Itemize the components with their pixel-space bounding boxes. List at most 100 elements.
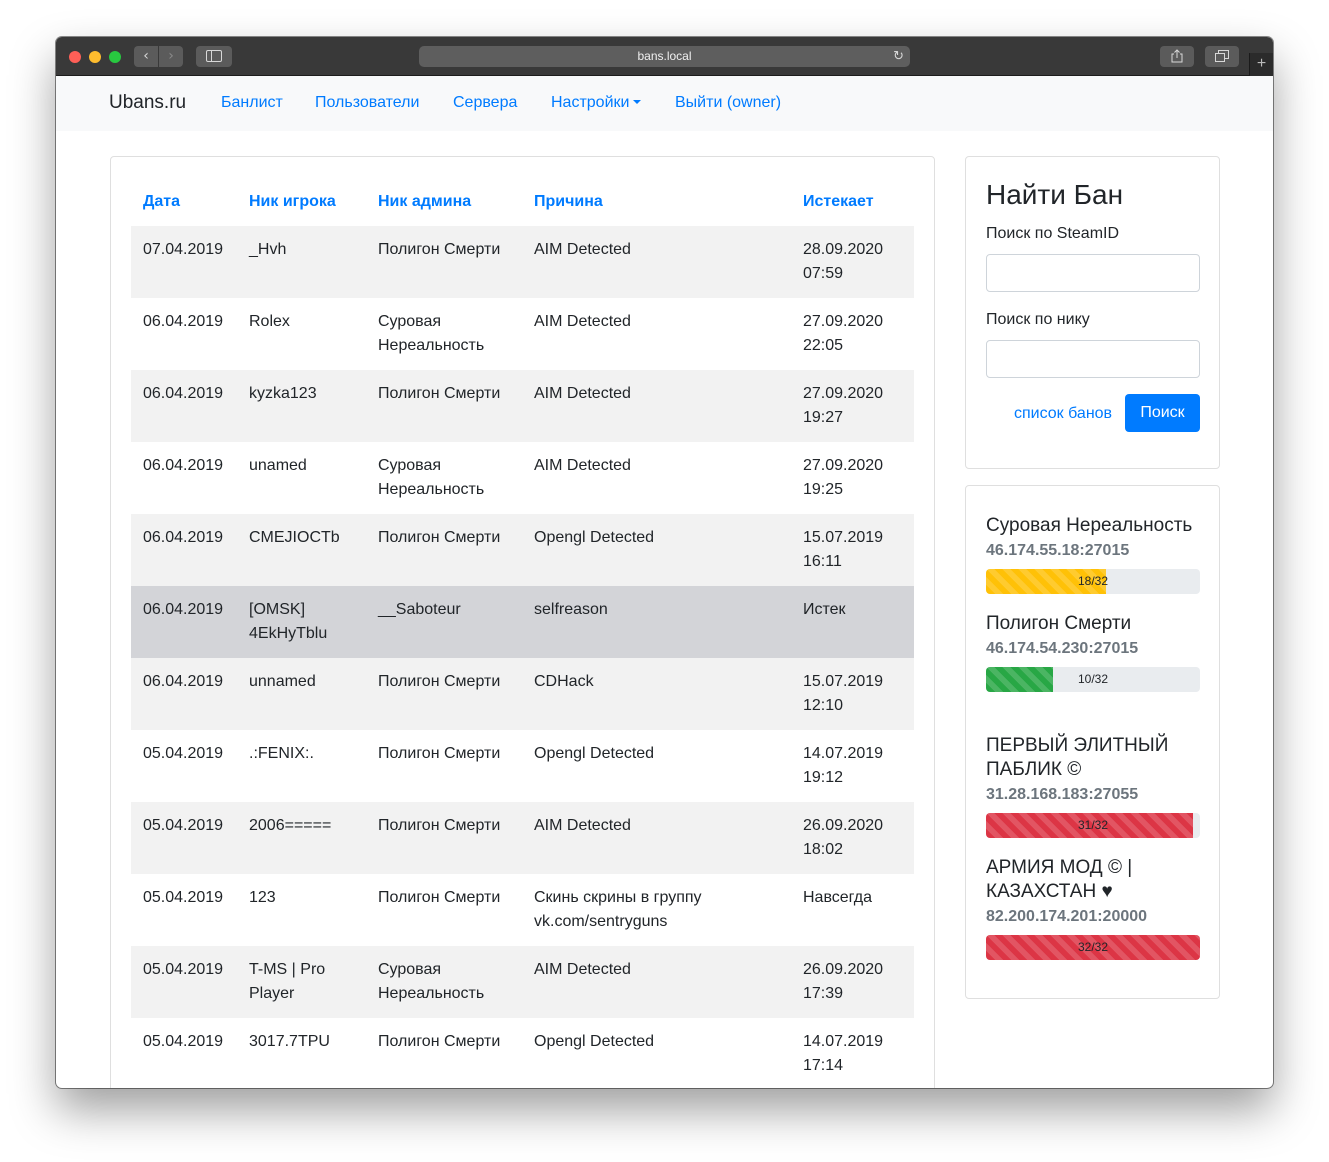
cell-admin-nick: Полигон Смерти xyxy=(366,514,522,586)
header-player-nick[interactable]: Ник игрока xyxy=(237,177,366,226)
table-header-row: Дата Ник игрока Ник админа Причина Истек… xyxy=(131,177,914,226)
cell-expires: 27.09.2020 19:27 xyxy=(791,370,914,442)
address-bar[interactable]: bans.local ↻ xyxy=(419,46,910,67)
cell-player-nick: 123 xyxy=(237,874,366,946)
cell-player-nick: unamed xyxy=(237,442,366,514)
cell-expires: 15.07.2019 16:11 xyxy=(791,514,914,586)
forward-icon[interactable]: › xyxy=(159,46,183,67)
table-row: 05.04.2019 123 Полигон Смерти Скинь скрины … xyxy=(131,874,914,946)
cell-expires: 14.07.2019 19:12 xyxy=(791,730,914,802)
cell-date: 06.04.2019 xyxy=(131,442,237,514)
cell-reason: Скинь скрины в группу vk.com/sentryguns xyxy=(522,874,791,946)
cell-player-nick: .:FENIX:. xyxy=(237,730,366,802)
server-item: ПЕРВЫЙ ЭЛИТНЫЙ ПАБЛИК © 31.28.168.183:270… xyxy=(986,734,1200,838)
server-name: ПЕРВЫЙ ЭЛИТНЫЙ ПАБЛИК © xyxy=(986,735,1169,780)
server-item: Суровая Нереальность 46.174.55.18:27015 18… xyxy=(986,514,1200,594)
cell-date: 06.04.2019 xyxy=(131,658,237,730)
nick-label: Поиск по нику xyxy=(986,311,1090,328)
nav-logout[interactable]: Выйти (owner) xyxy=(675,94,781,112)
cell-player-nick: _Hvh xyxy=(237,226,366,298)
new-tab-icon[interactable]: + xyxy=(1249,53,1273,76)
chevron-down-icon xyxy=(633,100,642,104)
browser-window: ‹ › bans.local ↻ + Ubans.ru Банлист Поль… xyxy=(56,37,1273,1088)
cell-expires: Навсегда xyxy=(791,874,914,946)
table-row: 05.04.2019 3017.7TPU Полигон Смерти Opengl … xyxy=(131,1018,914,1088)
nav-users[interactable]: Пользователи xyxy=(315,94,419,112)
steamid-label: Поиск по SteamID xyxy=(986,225,1120,242)
steamid-input[interactable] xyxy=(986,254,1200,292)
cell-reason: AIM Detected xyxy=(522,442,791,514)
server-address: 46.174.55.18:27015 xyxy=(986,542,1130,559)
cell-reason: CDHack xyxy=(522,658,791,730)
cell-reason: AIM Detected xyxy=(522,298,791,370)
nav-servers[interactable]: Сервера xyxy=(453,94,517,112)
cell-admin-nick: Полигон Смерти xyxy=(366,802,522,874)
sidebar-toggle-icon[interactable] xyxy=(196,46,232,67)
tab-overview-icon[interactable] xyxy=(1205,46,1239,67)
server-name: Суровая Нереальность xyxy=(986,515,1193,536)
header-date[interactable]: Дата xyxy=(131,177,237,226)
site-navbar: Ubans.ru Банлист Пользователи Сервера На… xyxy=(56,76,1273,131)
header-expires[interactable]: Истекает xyxy=(791,177,914,226)
cell-date: 05.04.2019 xyxy=(131,802,237,874)
header-reason[interactable]: Причина xyxy=(522,177,791,226)
nav-banlist[interactable]: Банлист xyxy=(221,94,283,112)
cell-date: 07.04.2019 xyxy=(131,226,237,298)
cell-date: 06.04.2019 xyxy=(131,514,237,586)
close-window-button[interactable] xyxy=(69,51,81,63)
cell-expires: 27.09.2020 22:05 xyxy=(791,298,914,370)
cell-reason: AIM Detected xyxy=(522,802,791,874)
cell-date: 06.04.2019 xyxy=(131,298,237,370)
table-row: 07.04.2019 _Hvh Полигон Смерти AIM Detected… xyxy=(131,226,914,298)
reload-icon[interactable]: ↻ xyxy=(893,46,904,67)
cell-date: 05.04.2019 xyxy=(131,1018,237,1088)
nick-input[interactable] xyxy=(986,340,1200,378)
cell-reason: AIM Detected xyxy=(522,370,791,442)
cell-admin-nick: Полигон Смерти xyxy=(366,226,522,298)
table-row: 06.04.2019 [OMSK] 4EkHyTblu __Saboteur self… xyxy=(131,586,914,658)
table-row: 05.04.2019 .:FENIX:. Полигон Смерти Opengl … xyxy=(131,730,914,802)
cell-date: 05.04.2019 xyxy=(131,874,237,946)
ban-list-link[interactable]: список банов xyxy=(1014,405,1112,423)
server-address: 31.28.168.183:27055 xyxy=(986,786,1139,803)
cell-date: 05.04.2019 xyxy=(131,946,237,1018)
cell-reason: selfreason xyxy=(522,586,791,658)
header-admin-nick[interactable]: Ник админа xyxy=(366,177,522,226)
server-player-count: 32/32 xyxy=(1077,940,1109,954)
cell-date: 05.04.2019 xyxy=(131,730,237,802)
table-row: 05.04.2019 T-MS | Pro Player Суровая Нереа… xyxy=(131,946,914,1018)
zoom-window-button[interactable] xyxy=(109,51,121,63)
server-player-progress: 32/32 xyxy=(986,935,1200,960)
cell-expires: 27.09.2020 19:25 xyxy=(791,442,914,514)
server-address: 46.174.54.230:27015 xyxy=(986,640,1139,657)
server-player-count: 18/32 xyxy=(1077,574,1109,588)
cell-expires: 28.09.2020 07:59 xyxy=(791,226,914,298)
minimize-window-button[interactable] xyxy=(89,51,101,63)
url-text: bans.local xyxy=(637,49,692,63)
share-icon[interactable] xyxy=(1160,46,1194,67)
nav-settings-dropdown[interactable]: Настройки xyxy=(551,94,642,112)
cell-admin-nick: Суровая Нереальность xyxy=(366,298,522,370)
nav-settings-label: Настройки xyxy=(551,94,630,111)
browser-titlebar: ‹ › bans.local ↻ + xyxy=(56,37,1273,76)
cell-player-nick: 2006===== xyxy=(237,802,366,874)
cell-admin-nick: Полигон Смерти xyxy=(366,370,522,442)
cell-admin-nick: Суровая Нереальность xyxy=(366,442,522,514)
back-icon[interactable]: ‹ xyxy=(134,46,158,67)
table-row: 06.04.2019 CMEJIOCTb Полигон Смерти Opengl … xyxy=(131,514,914,586)
cell-admin-nick: Полигон Смерти xyxy=(366,874,522,946)
cell-expires: Истек xyxy=(791,586,914,658)
search-title: Найти Бан xyxy=(986,179,1124,210)
cell-expires: 26.09.2020 18:02 xyxy=(791,802,914,874)
search-button[interactable]: Поиск xyxy=(1125,394,1200,432)
cell-admin-nick: __Saboteur xyxy=(366,586,522,658)
server-item: АРМИЯ МОД © | КАЗАХСТАН ♥ 82.200.174.201:… xyxy=(986,856,1200,960)
brand-link[interactable]: Ubans.ru xyxy=(109,92,186,114)
cell-player-nick: CMEJIOCTb xyxy=(237,514,366,586)
server-player-count: 10/32 xyxy=(1077,672,1109,686)
server-item: Полигон Смерти 46.174.54.230:27015 10/32 xyxy=(986,612,1200,692)
table-row: 06.04.2019 unnamed Полигон Смерти CDHack 15.… xyxy=(131,658,914,730)
table-row: 06.04.2019 Rolex Суровая Нереальность AIM D… xyxy=(131,298,914,370)
cell-date: 06.04.2019 xyxy=(131,370,237,442)
cell-reason: AIM Detected xyxy=(522,946,791,1018)
